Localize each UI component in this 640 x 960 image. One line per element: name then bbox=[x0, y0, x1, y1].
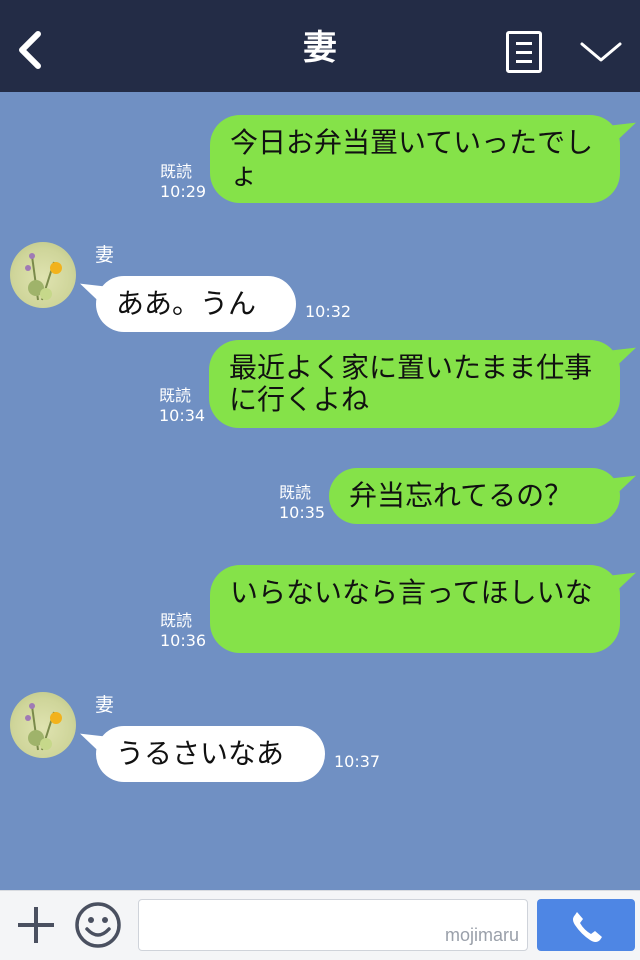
avatar[interactable] bbox=[10, 242, 76, 308]
read-receipt: 既読 10:34 bbox=[159, 386, 205, 426]
message-bubble-outgoing[interactable]: 弁当忘れてるの？ bbox=[329, 468, 636, 524]
read-receipt: 既読 10:36 bbox=[160, 611, 206, 651]
chat-title: 妻 bbox=[303, 28, 337, 68]
message-time: 10:29 bbox=[160, 182, 207, 201]
message-text: いらないなら言ってほしいな bbox=[230, 576, 593, 609]
plus-icon[interactable] bbox=[16, 905, 56, 945]
message-bubble-outgoing[interactable]: 最近よく家に置いたまま仕事に行くよね bbox=[209, 340, 636, 428]
message-bubble-incoming[interactable]: うるさいなあ bbox=[80, 726, 325, 782]
message-input[interactable]: mojimaru bbox=[138, 899, 528, 951]
message-bubble-outgoing[interactable]: 今日お弁当置いていったでしょ bbox=[210, 115, 636, 203]
message-text: うるさいなあ bbox=[116, 737, 285, 770]
smiley-icon[interactable] bbox=[74, 901, 122, 949]
flower-icon bbox=[25, 703, 62, 751]
note-icon[interactable] bbox=[506, 31, 542, 73]
read-receipt: 既読 10:29 bbox=[160, 162, 206, 202]
read-label: 既読 bbox=[160, 611, 193, 630]
message-time: 10:37 bbox=[334, 752, 381, 771]
chevron-down-icon[interactable] bbox=[578, 38, 624, 66]
flower-icon bbox=[25, 253, 62, 301]
message-time: 10:35 bbox=[279, 503, 326, 522]
read-receipt: 既読 10:35 bbox=[279, 483, 325, 523]
input-bar: mojimaru bbox=[0, 890, 640, 960]
message-text: 弁当忘れてるの？ bbox=[349, 479, 573, 512]
watermark: mojimaru bbox=[444, 925, 519, 945]
message-text: ああ。うん bbox=[116, 287, 257, 320]
message-text: 最近よく家に置いたまま仕事に行くよね bbox=[229, 351, 593, 416]
message-time: 10:32 bbox=[305, 302, 352, 321]
sender-name: 妻 bbox=[95, 694, 115, 716]
phone-icon bbox=[573, 912, 602, 942]
message-time: 10:34 bbox=[159, 406, 206, 425]
sender-name: 妻 bbox=[95, 244, 115, 266]
message-bubble-outgoing[interactable]: いらないなら言ってほしいな bbox=[210, 565, 636, 653]
read-label: 既読 bbox=[279, 483, 312, 502]
chat-area[interactable]: 既読 10:29 今日お弁当置いていったでしょ 妻 ああ。うん 10:32 既読… bbox=[0, 92, 640, 890]
message-text: 今日お弁当置いていったでしょ bbox=[230, 126, 594, 191]
message-time: 10:36 bbox=[160, 631, 207, 650]
call-button[interactable] bbox=[537, 899, 635, 951]
read-label: 既読 bbox=[159, 386, 192, 405]
avatar[interactable] bbox=[10, 692, 76, 758]
chat-header: 妻 bbox=[0, 0, 640, 92]
message-bubble-incoming[interactable]: ああ。うん bbox=[80, 276, 296, 332]
read-label: 既読 bbox=[160, 162, 193, 181]
